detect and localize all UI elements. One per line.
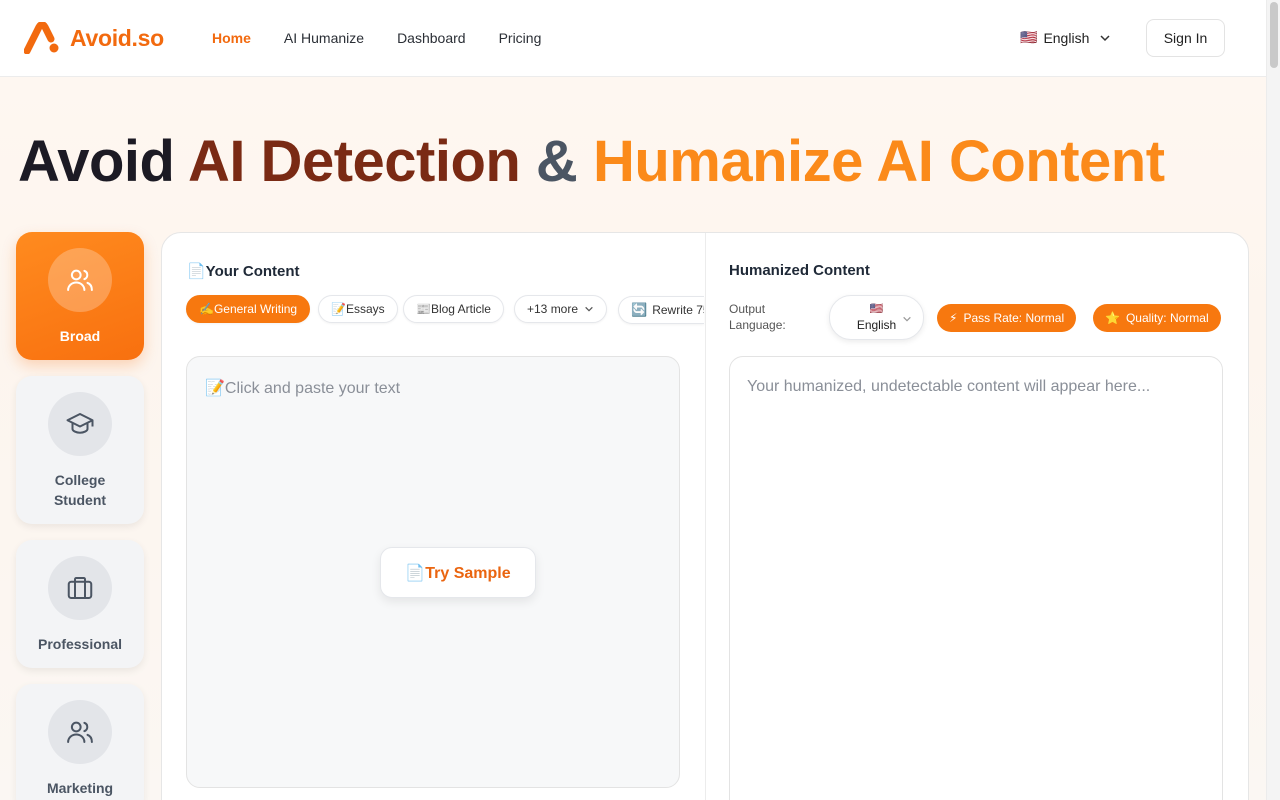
sign-in-button[interactable]: Sign In (1146, 19, 1225, 57)
lightning-icon: ⚡ (949, 311, 958, 325)
chevron-down-icon (585, 306, 593, 312)
rewrite-level-label: Rewrite 75% (652, 303, 704, 317)
chip-blog-article[interactable]: 📰Blog Article (403, 295, 504, 323)
nav-home[interactable]: Home (212, 30, 251, 46)
persona-label: College Student (53, 472, 107, 508)
persona-label: Marketing (46, 780, 114, 796)
output-language-select[interactable]: 🇺🇸 English (829, 295, 924, 340)
scrollbar[interactable] (1266, 0, 1280, 800)
title-part-humanize: Humanize AI Content (592, 129, 1165, 194)
title-part-avoid: Avoid (18, 129, 188, 194)
persona-broad[interactable]: Broad (16, 232, 144, 360)
us-flag-icon: 🇺🇸 (1020, 29, 1038, 45)
logo[interactable]: Avoid.so (24, 22, 164, 54)
humanized-content-title: Humanized Content (729, 262, 870, 279)
title-part-ai-detection: AI Detection (187, 129, 521, 194)
output-language-value: English (856, 318, 897, 332)
quality-label: Quality: Normal (1125, 311, 1209, 325)
nav-pricing[interactable]: Pricing (499, 30, 542, 46)
input-placeholder: 📝Click and paste your text (205, 380, 401, 397)
users-icon (48, 248, 112, 312)
output-placeholder: Your humanized, undetectable content wil… (747, 378, 1151, 395)
pass-rate-label: Pass Rate: Normal (963, 311, 1065, 325)
chevron-down-icon (1100, 34, 1110, 41)
nav-dashboard[interactable]: Dashboard (397, 30, 466, 46)
output-language-label: Output Language: (729, 302, 786, 332)
your-content-title: 📄Your Content (187, 263, 300, 280)
more-chips-dropdown[interactable]: +13 more (514, 295, 608, 323)
logo-text: Avoid.so (70, 24, 164, 51)
language-selector[interactable]: 🇺🇸 English (1020, 29, 1111, 46)
language-label: English (1043, 29, 1090, 46)
rewrite-level-control[interactable]: 🔄 Rewrite 75% (618, 296, 704, 324)
chip-general-writing[interactable]: ✍️General Writing (186, 295, 311, 323)
us-flag-icon: 🇺🇸 (869, 303, 884, 315)
main-nav: Home AI Humanize Dashboard Pricing (212, 30, 574, 46)
nav-ai-humanize[interactable]: AI Humanize (284, 30, 364, 46)
input-text-area[interactable]: 📝Click and paste your text 📄Try Sample (186, 356, 680, 788)
scrollbar-thumb[interactable] (1270, 2, 1278, 68)
chevron-down-icon (903, 316, 911, 322)
output-text-area[interactable]: Your humanized, undetectable content wil… (729, 356, 1223, 800)
title-ampersand: & (520, 129, 593, 194)
logo-icon (24, 22, 59, 54)
persona-marketing[interactable]: Marketing (16, 684, 144, 800)
try-sample-button[interactable]: 📄Try Sample (380, 547, 536, 598)
star-icon: ⭐ (1105, 311, 1120, 325)
persona-label: Broad (59, 328, 101, 344)
chip-essays[interactable]: 📝Essays (318, 295, 398, 323)
humanizer-card: 📄Your Content ✍️General Writing 📝Essays … (161, 232, 1249, 800)
briefcase-icon (48, 556, 112, 620)
graduation-cap-icon (48, 392, 112, 456)
top-nav-bar: Avoid.so Home AI Humanize Dashboard Pric… (0, 0, 1266, 77)
panel-divider (705, 233, 706, 800)
users-icon (48, 700, 112, 764)
quality-button[interactable]: ⭐ Quality: Normal (1093, 304, 1221, 332)
persona-professional[interactable]: Professional (16, 540, 144, 668)
pass-rate-button[interactable]: ⚡ Pass Rate: Normal (937, 304, 1077, 332)
more-chips-label: +13 more (527, 302, 579, 316)
refresh-icon: 🔄 (631, 302, 648, 317)
page-title: Avoid AI Detection & Humanize AI Content (18, 128, 1165, 195)
persona-label: Professional (37, 636, 123, 652)
persona-college-student[interactable]: College Student (16, 376, 144, 524)
